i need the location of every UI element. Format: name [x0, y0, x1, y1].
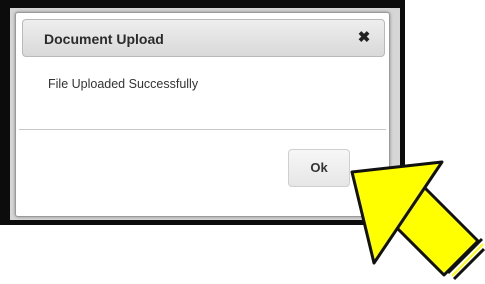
pointer-arrow-icon	[350, 160, 485, 281]
dialog-title: Document Upload	[44, 31, 164, 47]
screenshot-stage: Document Upload ✖ File Uploaded Successf…	[0, 0, 485, 284]
close-icon[interactable]: ✖	[356, 29, 372, 47]
upload-dialog: Document Upload ✖ File Uploaded Successf…	[15, 12, 390, 217]
dialog-header: Document Upload ✖	[22, 19, 385, 57]
footer-divider	[19, 129, 386, 130]
dialog-message: File Uploaded Successfully	[48, 77, 199, 91]
